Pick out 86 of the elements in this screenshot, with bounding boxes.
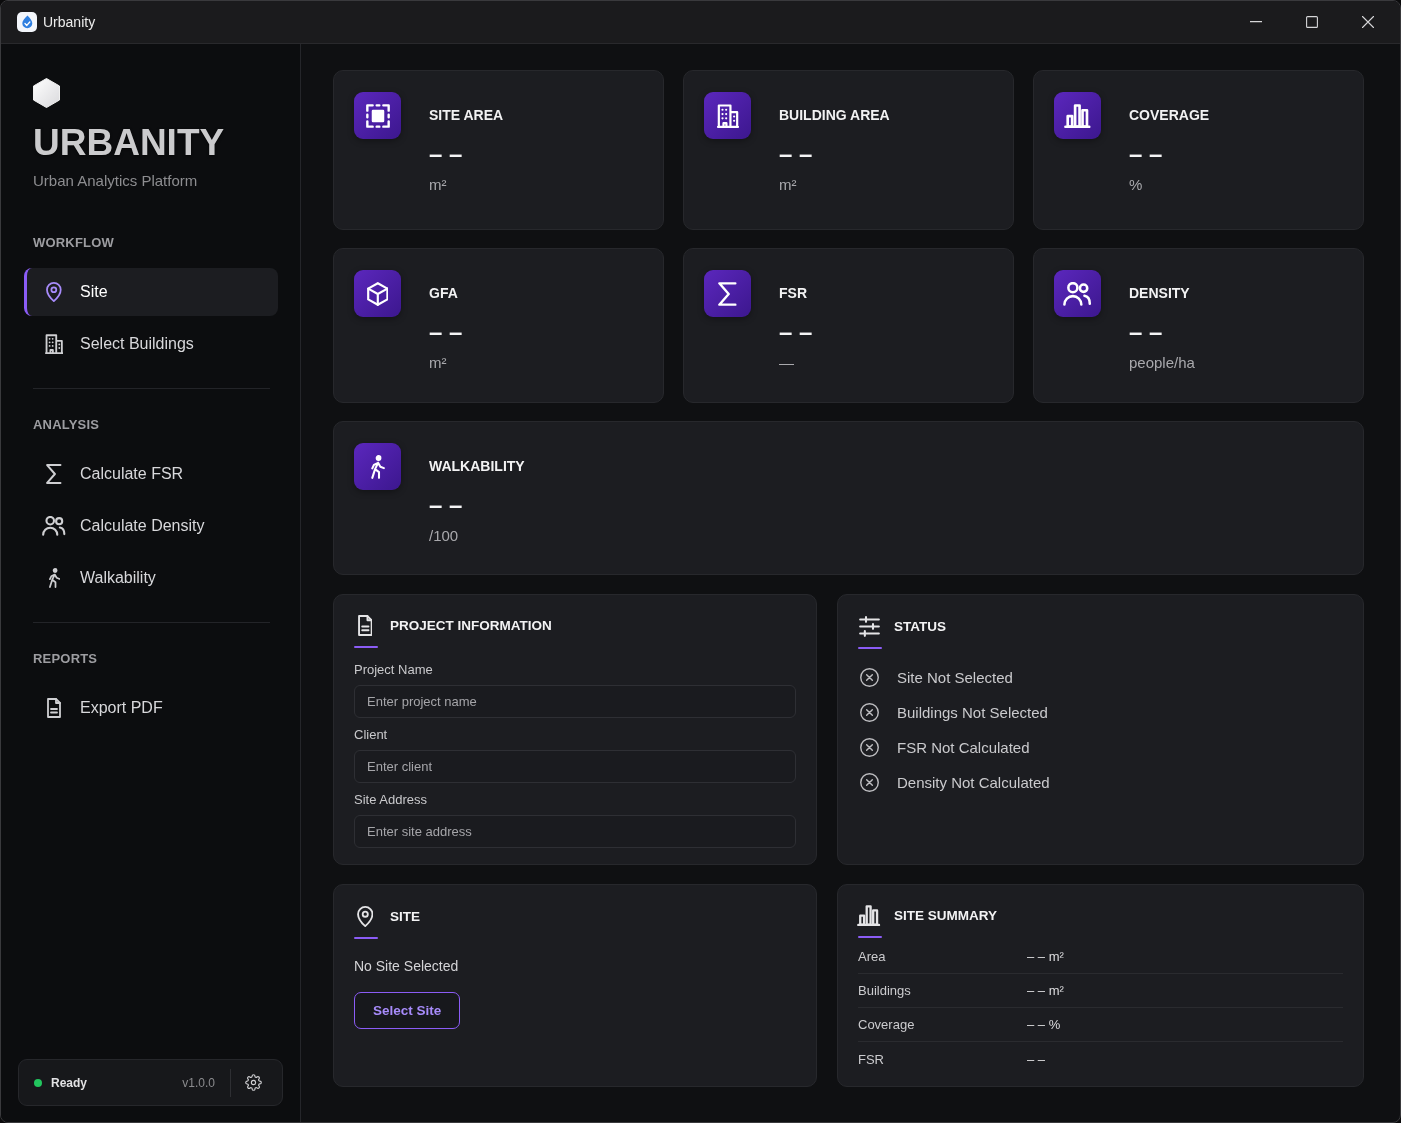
- version-label: v1.0.0: [182, 1075, 215, 1090]
- section-heading: REPORTS: [32, 650, 99, 668]
- title-underline: [354, 937, 378, 939]
- panel-title: PROJECT INFORMATION: [390, 618, 552, 633]
- nav-item[interactable]: Select Buildings: [24, 320, 278, 368]
- nav-item[interactable]: Calculate Density: [24, 502, 278, 550]
- walking-person-icon: [354, 443, 401, 490]
- minimize-icon: [1250, 21, 1262, 23]
- sliders-icon: [858, 615, 880, 637]
- status-text: FSR Not Calculated: [897, 739, 1030, 756]
- select-site-button[interactable]: Select Site: [354, 992, 461, 1029]
- nav-item[interactable]: Calculate FSR: [24, 450, 278, 498]
- map-pin-icon: [46, 282, 62, 302]
- metric-unit: m²: [429, 175, 447, 195]
- summary-label: Coverage: [858, 1017, 916, 1032]
- title-underline: [354, 646, 378, 648]
- title-underline: [858, 647, 882, 649]
- settings-icon[interactable]: [245, 1074, 262, 1091]
- summary-value: – – %: [1027, 1017, 1062, 1032]
- panel-title: STATUS: [894, 618, 946, 634]
- metric-title: DENSITY: [1129, 284, 1190, 303]
- metric-value: – –: [429, 317, 463, 347]
- metric-title: GFA: [429, 284, 458, 303]
- walking-person-icon: [47, 568, 61, 588]
- field-label: Site Address: [354, 791, 428, 809]
- status-text: Buildings Not Selected: [897, 704, 1048, 721]
- panel-title: SITE: [390, 908, 420, 924]
- metric-title: WALKABILITY: [429, 457, 525, 476]
- nav-item[interactable]: Site: [24, 268, 278, 316]
- nav-item[interactable]: Walkability: [24, 554, 278, 602]
- summary-value: – –: [1027, 1051, 1047, 1067]
- metric-value: – –: [1129, 317, 1163, 347]
- metric-title: COVERAGE: [1129, 106, 1210, 125]
- brand-title: URBANITY: [33, 121, 226, 165]
- panel-title: SITE SUMMARY: [894, 908, 997, 923]
- summary-label: FSR: [858, 1051, 885, 1067]
- section-heading: WORKFLOW: [32, 234, 116, 252]
- site-message: No Site Selected: [354, 957, 460, 976]
- people-icon: [42, 516, 66, 536]
- metric-value: – –: [1129, 139, 1163, 169]
- bar-chart-icon: [857, 905, 881, 926]
- metric-unit: —: [779, 353, 794, 373]
- metric-title: BUILDING AREA: [779, 106, 890, 125]
- nav-item[interactable]: Export PDF: [24, 684, 278, 732]
- field-label: Client: [354, 726, 389, 744]
- input-field[interactable]: Enter site address: [354, 815, 796, 848]
- metric-unit: /100: [429, 526, 459, 546]
- metric-value: – –: [429, 139, 463, 169]
- selection-frame-icon: [354, 92, 401, 139]
- metric-value: – –: [429, 490, 463, 520]
- summary-label: Buildings: [858, 983, 912, 998]
- metric-unit: m²: [429, 353, 447, 373]
- building-icon: [44, 334, 64, 354]
- app-icon: [17, 12, 37, 32]
- field-label: Project Name: [354, 661, 434, 679]
- section-heading: ANALYSIS: [32, 416, 101, 434]
- brand-subtitle: Urban Analytics Platform: [33, 171, 199, 191]
- input-field[interactable]: Enter client: [354, 750, 796, 783]
- metric-unit: m²: [779, 175, 797, 195]
- metric-unit: people/ha: [1129, 353, 1195, 373]
- cube-icon: [354, 270, 401, 317]
- metric-title: SITE AREA: [429, 106, 504, 125]
- summary-label: Area: [858, 949, 887, 964]
- hexagon-logo-icon: [33, 78, 60, 108]
- summary-value: – – m²: [1027, 983, 1065, 998]
- status-text: Site Not Selected: [897, 669, 1013, 686]
- summary-value: – – m²: [1027, 949, 1065, 964]
- people-icon: [1054, 270, 1101, 317]
- metric-value: – –: [779, 139, 813, 169]
- close-icon: [1362, 16, 1374, 28]
- metric-value: – –: [779, 317, 813, 347]
- sigma-icon: [704, 270, 751, 317]
- bar-chart-icon: [1054, 92, 1101, 139]
- title-underline: [858, 936, 882, 938]
- maximize-icon: [1306, 16, 1318, 28]
- metric-title: FSR: [779, 284, 807, 303]
- window-title: Urbanity: [43, 14, 96, 30]
- document-icon: [357, 615, 373, 636]
- status-label: Ready: [51, 1075, 88, 1090]
- building-icon: [704, 92, 751, 139]
- sigma-icon: [46, 464, 62, 484]
- document-icon: [47, 698, 61, 718]
- map-pin-icon: [356, 905, 374, 927]
- input-field[interactable]: Enter project name: [354, 685, 796, 718]
- metric-unit: %: [1129, 175, 1143, 195]
- status-text: Density Not Calculated: [897, 774, 1050, 791]
